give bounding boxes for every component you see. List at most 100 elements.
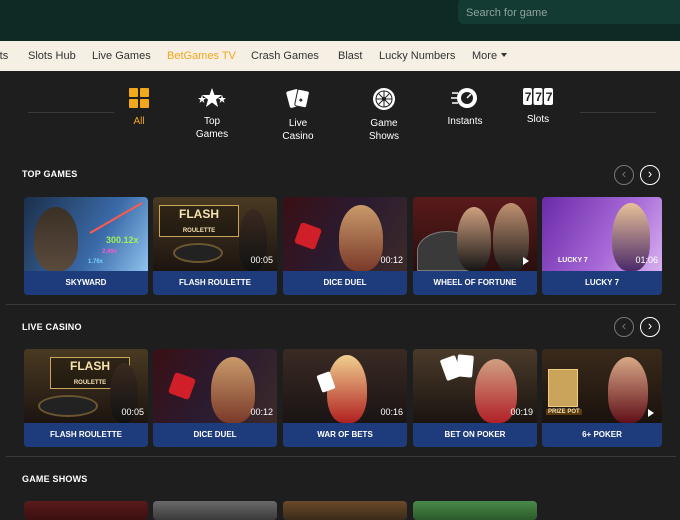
game-card-flash-roulette[interactable]: FLASH ROULETTE 00:05 FLASH ROULETTE <box>24 349 148 447</box>
category-bar: All Top Games ♠ Live Casino Game Shows I… <box>0 71 680 151</box>
stars-icon <box>198 88 226 107</box>
game-thumbnail <box>413 197 537 271</box>
nav-item-sports[interactable]: rts <box>0 50 8 62</box>
game-card-partial[interactable] <box>413 501 537 520</box>
game-card-label: DICE DUEL <box>153 423 277 447</box>
game-card-lucky-7[interactable]: LUCKY 7 01:06 LUCKY 7 <box>542 197 662 295</box>
dealer-image <box>211 357 255 423</box>
prize-pot-card <box>548 369 578 407</box>
category-instants[interactable]: Instants <box>430 87 500 128</box>
wheel-icon <box>373 88 395 110</box>
prize-pot-label: PRIZE POT <box>546 409 582 415</box>
category-label: Game Shows <box>368 118 399 142</box>
carousel-prev-button[interactable]: ‹ <box>614 165 634 185</box>
search-input[interactable]: Search for game <box>458 0 680 24</box>
roulette-wheel <box>173 243 223 263</box>
nav-item-crash-games[interactable]: Crash Games <box>251 50 319 62</box>
game-card-label: 6+ POKER <box>542 423 662 447</box>
nav-item-live-games[interactable]: Live Games <box>92 50 151 62</box>
play-icon <box>523 257 529 265</box>
logo-text: FLASH <box>179 207 219 221</box>
card-image <box>456 354 474 378</box>
dealer-image <box>339 205 383 271</box>
game-thumbnail <box>413 501 537 520</box>
dice-image <box>167 371 197 401</box>
section-divider <box>6 456 676 457</box>
category-label: Slots <box>526 114 550 125</box>
roulette-wheel <box>38 395 98 417</box>
rocket-trail <box>89 202 143 234</box>
777-icon: 7 7 7 <box>523 88 553 105</box>
grid-icon <box>129 88 149 108</box>
game-timer: 00:12 <box>250 407 273 417</box>
cards-icon: ♠ <box>286 88 310 109</box>
game-card-label: BET ON POKER <box>413 423 537 447</box>
game-logo: LUCKY 7 <box>558 257 588 264</box>
svg-text:7: 7 <box>546 90 553 104</box>
dealer-image <box>608 357 648 423</box>
game-card-6-plus-poker[interactable]: PRIZE POT 6+ POKER <box>542 349 662 447</box>
top-bar: Search for game <box>0 0 680 41</box>
game-card-partial[interactable] <box>153 501 277 520</box>
game-card-label: DICE DUEL <box>283 271 407 295</box>
game-card-label: FLASH ROULETTE <box>24 423 148 447</box>
game-timer: 00:05 <box>121 407 144 417</box>
section-title-top-games: TOP GAMES <box>22 169 78 179</box>
game-card-dice-duel[interactable]: 00:12 DICE DUEL <box>283 197 407 295</box>
game-card-label: LUCKY 7 <box>542 271 662 295</box>
svg-text:♠: ♠ <box>299 97 303 104</box>
category-label: All <box>133 116 145 127</box>
game-timer: 00:19 <box>510 407 533 417</box>
section-divider <box>6 304 676 305</box>
game-thumbnail <box>153 501 277 520</box>
category-top-games[interactable]: Top Games <box>177 87 247 141</box>
game-card-wheel-of-fortune[interactable]: WHEEL OF FORTUNE <box>413 197 537 295</box>
game-card-partial[interactable] <box>283 501 407 520</box>
multiplier-label: 300.12x <box>106 235 139 245</box>
svg-text:7: 7 <box>525 90 532 104</box>
game-card-partial[interactable] <box>24 501 148 520</box>
carousel-next-button[interactable]: › <box>640 165 660 185</box>
nav-item-more[interactable]: More <box>472 50 508 62</box>
game-card-bet-on-poker[interactable]: 00:19 BET ON POKER <box>413 349 537 447</box>
game-card-dice-duel[interactable]: 00:12 DICE DUEL <box>153 349 277 447</box>
nav-item-betgames-tv[interactable]: BetGames TV <box>167 50 236 62</box>
nav-item-lucky-numbers[interactable]: Lucky Numbers <box>379 50 455 62</box>
game-thumbnail <box>283 501 407 520</box>
dealer-image <box>457 207 491 271</box>
section-title-live-casino: LIVE CASINO <box>22 322 82 332</box>
carousel-next-button[interactable]: › <box>640 317 660 337</box>
dealer-image <box>34 207 78 271</box>
category-slots[interactable]: 7 7 7 Slots <box>503 87 573 126</box>
section-title-game-shows: GAME SHOWS <box>22 474 88 484</box>
play-icon <box>648 409 654 417</box>
logo-text: ROULETTE <box>73 380 107 386</box>
game-card-war-of-bets[interactable]: 00:16 WAR OF BETS <box>283 349 407 447</box>
logo-text: FLASH <box>70 359 110 373</box>
game-timer: 00:16 <box>380 407 403 417</box>
category-label: Live Casino <box>282 118 314 142</box>
divider <box>580 112 656 113</box>
game-card-label: WHEEL OF FORTUNE <box>413 271 537 295</box>
carousel-prev-button[interactable]: ‹ <box>614 317 634 337</box>
svg-text:7: 7 <box>535 90 542 104</box>
category-label: Instants <box>447 116 483 127</box>
game-timer: 00:12 <box>380 255 403 265</box>
game-logo: FLASH ROULETTE <box>159 205 239 237</box>
category-all[interactable]: All <box>104 87 174 128</box>
dice-image <box>293 221 323 251</box>
game-card-flash-roulette[interactable]: FLASH ROULETTE 00:05 FLASH ROULETTE <box>153 197 277 295</box>
category-game-shows[interactable]: Game Shows <box>349 87 419 143</box>
nav-item-slots-hub[interactable]: Slots Hub <box>28 50 76 62</box>
game-thumbnail <box>24 501 148 520</box>
game-timer: 01:06 <box>635 255 658 265</box>
nav-item-blast[interactable]: Blast <box>338 50 362 62</box>
category-label: Top Games <box>195 116 229 140</box>
game-timer: 00:05 <box>250 255 273 265</box>
game-card-label: WAR OF BETS <box>283 423 407 447</box>
game-card-label: FLASH ROULETTE <box>153 271 277 295</box>
game-card-skyward[interactable]: 300.12x 2.49x 1.76x SKYWARD <box>24 197 148 295</box>
game-thumbnail: 300.12x 2.49x 1.76x <box>24 197 148 271</box>
category-live-casino[interactable]: ♠ Live Casino <box>263 87 333 143</box>
game-card-label: SKYWARD <box>24 271 148 295</box>
